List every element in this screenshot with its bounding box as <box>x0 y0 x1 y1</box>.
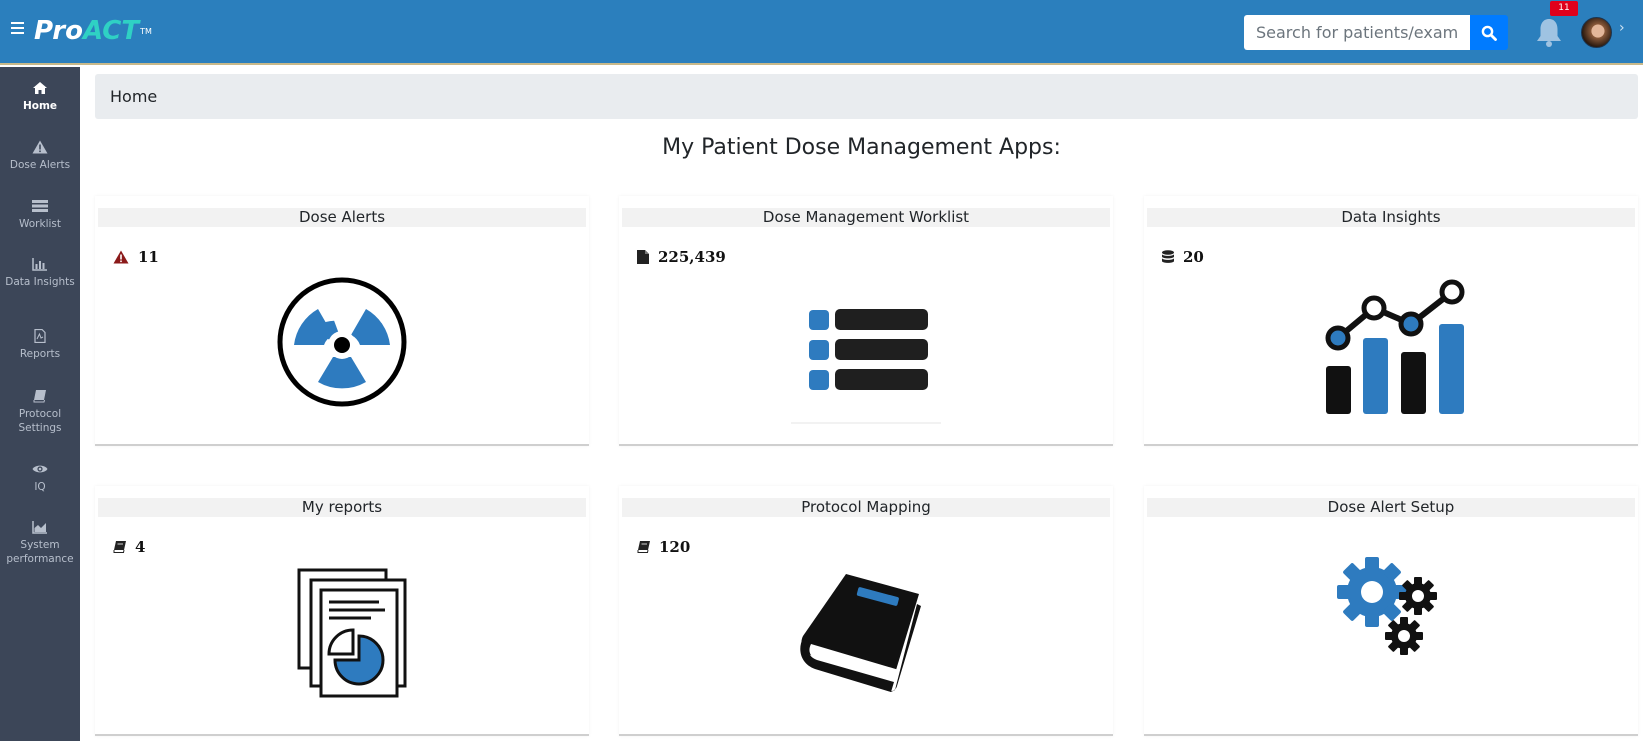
card-count: 20 <box>1183 248 1204 266</box>
proact-logo[interactable]: ProACT TM <box>34 14 152 48</box>
card-stat: 11 <box>113 248 159 266</box>
card-protocol-mapping[interactable]: Protocol Mapping 120 <box>619 486 1113 736</box>
bell-icon[interactable] <box>1534 16 1564 48</box>
worklist-icon <box>791 309 941 424</box>
sidebar-item-protocol-settings[interactable]: Protocol Settings <box>0 389 80 435</box>
sidebar: Home Dose Alerts Worklist Data Insights … <box>0 67 80 741</box>
book-icon <box>637 541 650 553</box>
search-input[interactable] <box>1244 15 1470 50</box>
breadcrumb-home[interactable]: Home <box>110 87 157 106</box>
reports-icon <box>297 568 407 698</box>
hamburger-menu-icon[interactable] <box>11 22 24 34</box>
pdf-file-icon <box>34 329 46 343</box>
book-icon <box>33 390 46 403</box>
eye-icon <box>32 465 48 473</box>
sidebar-item-home[interactable]: Home <box>0 81 80 113</box>
card-count: 11 <box>138 248 159 266</box>
warning-icon <box>32 140 48 154</box>
notification-badge: 11 <box>1550 1 1578 16</box>
insights-chart-icon <box>1325 279 1465 414</box>
card-dose-alerts[interactable]: Dose Alerts 11 <box>95 196 589 446</box>
warning-icon <box>113 250 129 264</box>
chevron-right-icon[interactable]: › <box>1619 20 1625 36</box>
card-title: Protocol Mapping <box>622 498 1110 517</box>
file-icon <box>637 250 649 264</box>
search-button[interactable] <box>1470 15 1508 50</box>
list-icon <box>32 200 48 212</box>
gears-icon <box>1337 557 1437 655</box>
page-title: My Patient Dose Management Apps: <box>662 135 1061 160</box>
card-data-insights[interactable]: Data Insights 20 <box>1144 196 1638 446</box>
card-dose-alert-setup[interactable]: Dose Alert Setup <box>1144 486 1638 736</box>
user-avatar[interactable] <box>1581 17 1612 48</box>
radiation-icon <box>277 277 407 407</box>
card-count: 4 <box>135 538 146 556</box>
card-title: My reports <box>98 498 586 517</box>
sidebar-item-system-performance[interactable]: System performance <box>0 520 80 566</box>
card-title: Dose Management Worklist <box>622 208 1110 227</box>
card-stat: 20 <box>1162 248 1204 266</box>
card-dose-management-worklist[interactable]: Dose Management Worklist 225,439 <box>619 196 1113 446</box>
breadcrumb: Home <box>95 74 1638 119</box>
sidebar-item-worklist[interactable]: Worklist <box>0 199 80 231</box>
top-navbar: ProACTTM 11 › <box>0 0 1643 65</box>
card-title: Dose Alert Setup <box>1147 498 1635 517</box>
home-icon <box>33 82 47 94</box>
card-title: Dose Alerts <box>98 208 586 227</box>
search-icon <box>1481 25 1497 41</box>
card-my-reports[interactable]: My reports 4 <box>95 486 589 736</box>
sidebar-item-data-insights[interactable]: Data Insights <box>0 257 80 289</box>
sidebar-item-iq[interactable]: IQ <box>0 462 80 494</box>
bar-chart-icon <box>32 258 47 271</box>
search-bar <box>1244 15 1508 50</box>
card-stat: 225,439 <box>637 248 726 266</box>
sidebar-item-reports[interactable]: Reports <box>0 329 80 361</box>
database-icon <box>1162 250 1174 263</box>
card-title: Data Insights <box>1147 208 1635 227</box>
sidebar-item-dose-alerts[interactable]: Dose Alerts <box>0 140 80 172</box>
card-stat: 120 <box>637 538 690 556</box>
book-icon <box>113 541 126 553</box>
card-count: 225,439 <box>658 248 726 266</box>
area-chart-icon <box>32 521 47 534</box>
protocol-book-icon <box>800 574 921 692</box>
card-count: 120 <box>659 538 691 556</box>
card-stat: 4 <box>113 538 145 556</box>
